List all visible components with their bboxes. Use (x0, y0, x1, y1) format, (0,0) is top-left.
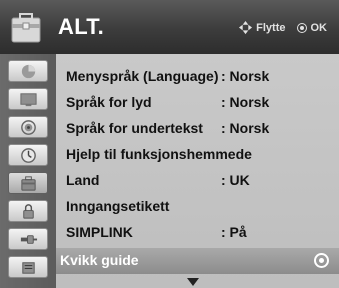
options-menu-panel: Menyspråk (Language) : Norsk Språk for l… (56, 54, 339, 288)
menu-item-label: Kvikk guide (60, 252, 139, 268)
menu-item-subtitle-language[interactable]: Språk for undertekst : Norsk (56, 116, 339, 142)
menu-item-label: Menyspråk (Language) (66, 68, 219, 84)
lock-icon[interactable] (8, 200, 48, 222)
menu-item-quick-guide[interactable]: Kvikk guide (56, 248, 339, 274)
menu-item-accessibility[interactable]: Hjelp til funksjonshemmede (56, 142, 339, 168)
usb-icon[interactable] (8, 256, 48, 278)
menu-item-label: Inngangsetikett (66, 198, 170, 214)
menu-item-audio-language[interactable]: Språk for lyd : Norsk (56, 90, 339, 116)
menu-item-value: : Norsk (221, 94, 270, 110)
menu-item-label: SIMPLINK (66, 224, 133, 240)
menu-header: ALT. Flytte OK (0, 0, 339, 54)
scroll-down-arrow-icon[interactable] (187, 278, 199, 286)
navigation-hint: Flytte OK (238, 20, 327, 35)
menu-item-label: Språk for undertekst (66, 120, 203, 136)
menu-item-label: Språk for lyd (66, 94, 152, 110)
menu-item-simplink[interactable]: SIMPLINK : På (56, 220, 339, 246)
picture-icon[interactable] (8, 60, 48, 82)
audio-icon[interactable] (8, 116, 48, 138)
ok-hint-label: OK (310, 21, 328, 34)
screen-icon[interactable] (8, 88, 48, 110)
menu-item-value: : Norsk (221, 120, 270, 136)
selected-indicator-icon (314, 253, 329, 268)
menu-item-menu-language[interactable]: Menyspråk (Language) : Norsk (56, 64, 339, 90)
menu-item-value: : På (221, 224, 247, 240)
page-title: ALT. (58, 14, 105, 39)
category-sidebar (0, 54, 56, 288)
options-toolbox-icon (11, 13, 41, 43)
options-icon[interactable] (8, 172, 48, 194)
menu-item-value: : UK (221, 172, 250, 188)
menu-item-input-label[interactable]: Inngangsetikett (56, 194, 339, 220)
menu-item-country[interactable]: Land : UK (56, 168, 339, 194)
move-hint-label: Flytte (256, 21, 286, 34)
move-arrows-icon (239, 20, 253, 35)
ok-button-icon (296, 22, 307, 33)
clock-icon[interactable] (8, 144, 48, 166)
menu-item-label: Land (66, 172, 100, 188)
input-icon[interactable] (8, 228, 48, 250)
menu-item-label: Hjelp til funksjonshemmede (66, 146, 252, 162)
menu-item-value: : Norsk (221, 68, 270, 84)
